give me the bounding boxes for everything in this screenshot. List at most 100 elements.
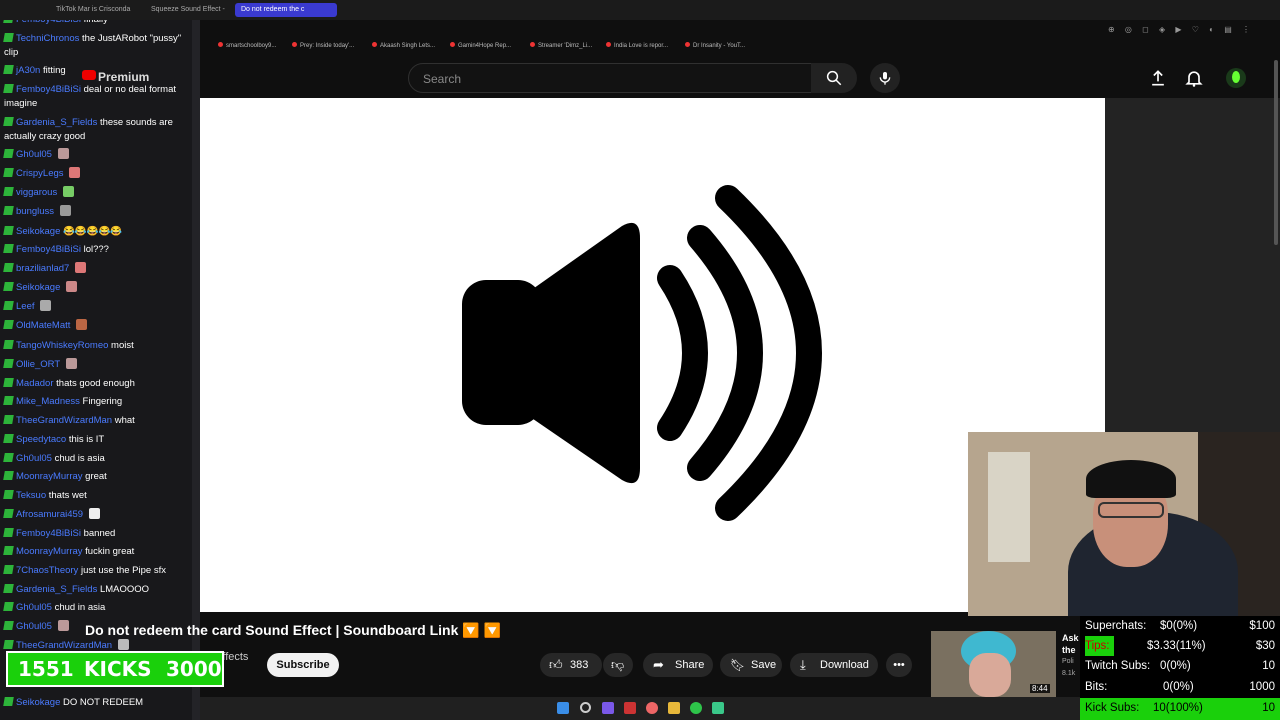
chat-username[interactable]: viggarous [16,187,57,198]
search-box[interactable] [408,63,812,93]
bookmark[interactable]: Dr Insanity - YouT... [685,42,745,49]
chat-username[interactable]: TechniChronos [16,33,79,44]
chat-message: Seikokage 😂😂😂😂😂 [3,225,192,239]
chat-message: TangoWhiskeyRomeo moist [3,339,192,353]
chat-username[interactable]: Madador [16,378,54,389]
chat-username[interactable]: TheeGrandWizardMan [16,640,112,651]
chat-username[interactable]: Seikokage [16,226,60,237]
browser-tab[interactable]: Squeeze Sound Effect - [145,3,235,17]
like-button[interactable]: 👍︎ 383 [540,653,602,677]
chrome-icon[interactable] [646,702,658,714]
dislike-button[interactable]: 👎︎ [603,653,633,677]
chat-username[interactable]: Gardenia_S_Fields [16,584,97,595]
search-input[interactable] [421,70,795,88]
chat-username[interactable]: Femboy4BiBiSi [16,244,81,255]
bookmark-label: Prey: Inside today'... [300,43,355,49]
chat-username[interactable]: Leef [16,301,35,312]
chat-username[interactable]: Gh0ul05 [16,149,52,160]
kick-badge-icon [3,320,14,329]
bookmark[interactable]: Streamer 'Dimz_Li... [530,42,592,49]
page-scrollbar[interactable] [1274,60,1278,245]
chat-message: Femboy4BiBiSi banned [3,527,192,541]
browser-tab-active[interactable]: Do not redeem the c [235,3,337,17]
chat-username[interactable]: TheeGrandWizardMan [16,415,112,426]
upload-icon[interactable] [1148,68,1168,88]
chat-username[interactable]: jA30n [16,65,40,76]
search-icon[interactable] [580,702,591,713]
kick-badge-icon [3,584,14,593]
chat-username[interactable]: brazilianlad7 [16,263,69,274]
chat-username[interactable]: Gh0ul05 [16,453,52,464]
notifications-bell-icon[interactable] [1184,68,1204,88]
kick-badge-icon [3,84,14,93]
chat-username[interactable]: Seikokage [16,282,60,293]
video-title: Do not redeem the card Sound Effect | So… [85,622,502,638]
windows-start-icon[interactable] [557,702,569,714]
youtube-logo-icon[interactable] [82,70,96,80]
chat-username[interactable]: Afrosamurai459 [16,509,83,520]
bookmarks-bar: smartschoolboy9... Prey: Inside today'..… [200,38,1100,54]
chat-username[interactable]: Femboy4BiBiSi [16,84,81,95]
kicks-goal-bar: 1551 KICKS 3000 [6,651,224,687]
bookmark[interactable]: Akaash Singh Lets... [372,42,435,49]
chat-username[interactable]: MoonrayMurray [16,471,83,482]
chat-emote-icon [76,319,88,330]
bookmark-icon [606,42,611,47]
chat-message: Gh0ul05 [3,148,192,162]
chat-username[interactable]: Mike_Madness [16,396,80,407]
download-button[interactable]: ⤓ Download [790,653,878,677]
spotify-icon[interactable] [690,702,702,714]
chat-username[interactable]: Gardenia_S_Fields [16,117,97,128]
chat-username[interactable]: 7ChaosTheory [16,565,78,576]
chat-username[interactable]: Gh0ul05 [16,602,52,613]
chat-username[interactable]: Seikokage [16,697,60,708]
chat-message: Seikokage [3,281,192,295]
search-button[interactable] [811,63,857,93]
chat-username[interactable]: OldMateMatt [16,320,70,331]
chat-username[interactable]: Gh0ul05 [16,621,52,632]
bookmark[interactable]: smartschoolboy9... [218,42,276,49]
more-actions-button[interactable]: ••• [886,653,912,677]
file-explorer-icon[interactable] [668,702,680,714]
bookmark[interactable]: Gamin4Hope Rep... [450,42,511,49]
more-horizontal-icon: ••• [893,659,905,671]
chat-username[interactable]: CrispyLegs [16,168,64,179]
avatar[interactable] [1226,68,1246,88]
next-video-title[interactable]: Ask the Poli 8.1k [1062,632,1079,680]
share-button[interactable]: ➦ Share [643,653,713,677]
stat-label: Superchats: [1085,620,1147,632]
chat-emote-icon [57,620,69,631]
chat-message: Gardenia_S_Fields LMAOOOO [3,583,192,597]
youtube-premium-logo[interactable]: Premium [98,70,149,84]
bookmark-label: Akaash Singh Lets... [380,43,436,49]
chat-username[interactable]: Speedytaco [16,434,66,445]
kick-badge-icon [3,244,14,253]
chat-username[interactable]: Ollie_ORT [16,359,60,370]
bookmark[interactable]: Prey: Inside today'... [292,42,354,49]
chat-scrollbar[interactable] [192,0,200,720]
chat-username[interactable]: Teksuo [16,490,46,501]
app-icon[interactable] [624,702,636,714]
chat-message: CrispyLegs [3,167,192,181]
chat-username[interactable]: MoonrayMurray [16,546,83,557]
kick-badge-icon [3,282,14,291]
chat-username[interactable]: bungluss [16,206,54,217]
chat-username[interactable]: Femboy4BiBiSi [16,528,81,539]
chat-message-text: LMAOOOO [99,584,150,595]
save-button[interactable]: 🔖︎ Save [720,653,782,677]
kick-badge-icon [3,490,14,499]
bookmark[interactable]: India Love is repor... [606,42,668,49]
discord-icon[interactable] [602,702,614,714]
browser-tab[interactable]: TikTok Mar is Crisconda [50,3,132,17]
stat-row: Tips: $3.33(11%) $30 [1080,636,1280,656]
chat-message: Gh0ul05 chud in asia [3,601,192,615]
chat-message: Femboy4BiBiSi lol??? [3,243,192,257]
subscribe-button[interactable]: Subscribe [267,653,339,677]
stat-label: Kick Subs: [1085,702,1140,714]
browser-toolbar-icons[interactable]: ⊕ ◎ ◻ ◈ ▶ ♡ ◐ ▤ ⋮ [1108,25,1254,34]
kick-badge-icon [3,640,14,649]
app-icon[interactable] [712,702,724,714]
chat-message: Mike_Madness Fingering [3,395,192,409]
chat-username[interactable]: TangoWhiskeyRomeo [16,340,108,351]
voice-search-button[interactable] [870,63,900,93]
